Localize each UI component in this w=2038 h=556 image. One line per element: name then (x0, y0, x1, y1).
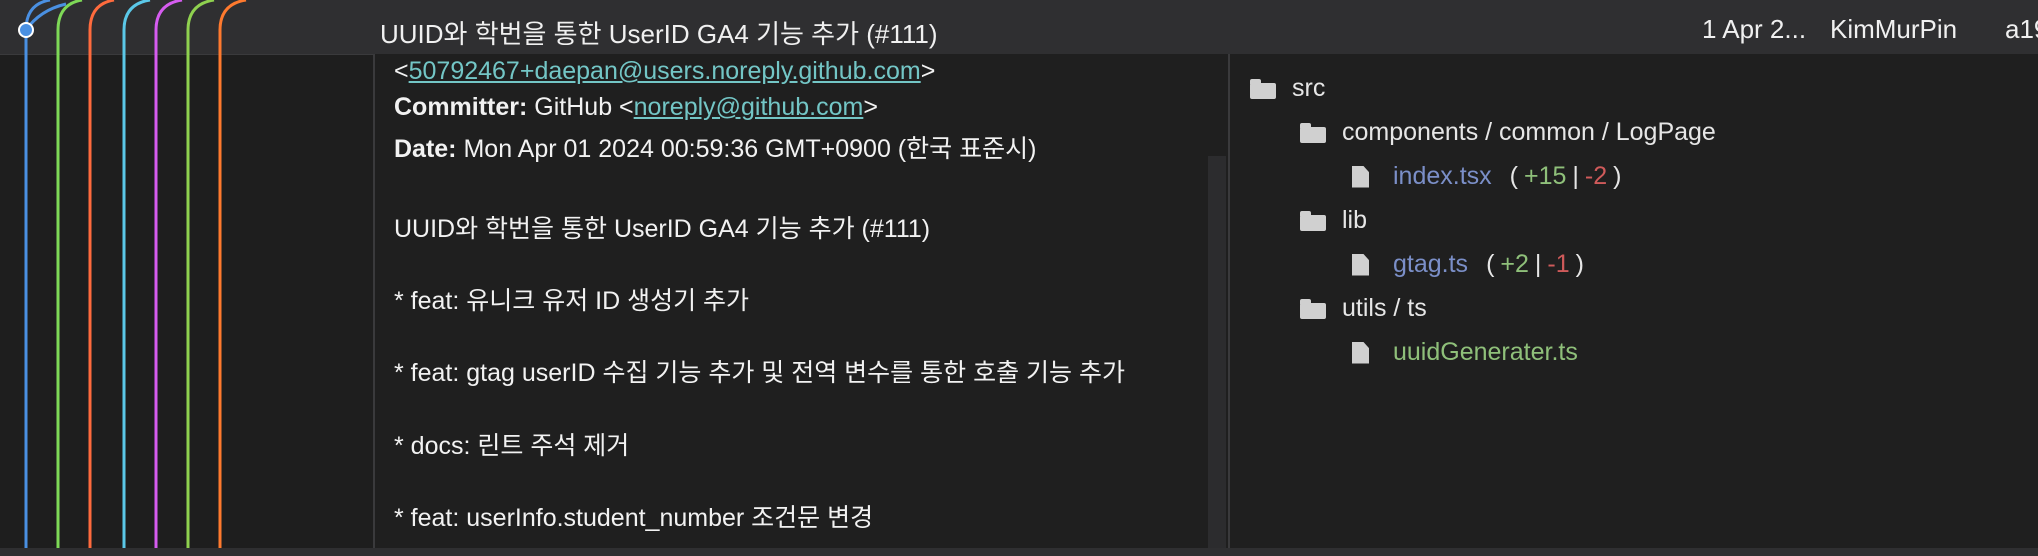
author-email-link[interactable]: 50792467+daepan@users.noreply.github.com (409, 57, 921, 85)
graph-lane (56, 0, 83, 556)
file-icon (1352, 341, 1369, 364)
folder-icon (1300, 122, 1326, 143)
folder-lib[interactable]: lib (1300, 206, 1367, 235)
message-line: * feat: gtag userID 수집 기능 추가 및 전역 변수를 통한… (394, 359, 1125, 387)
graph-lane (154, 0, 183, 556)
graph-lane (88, 0, 115, 556)
file-uuidgenerater-ts[interactable]: uuidGenerater.ts (1352, 338, 1578, 367)
commit-graph (18, 0, 247, 556)
date-label: Date: (394, 135, 457, 163)
additions-count: +15 (1524, 162, 1567, 190)
folder-label: components / common / LogPage (1342, 118, 1716, 146)
graph-lane (218, 0, 247, 556)
graph-lane (122, 0, 151, 556)
commit-hash: a19 (2005, 14, 2038, 44)
message-line: UUID와 학번을 통한 UserID GA4 기능 추가 (#111) (394, 215, 931, 243)
committer-email-link[interactable]: noreply@github.com (634, 93, 864, 121)
folder-utils-ts[interactable]: utils / ts (1300, 294, 1427, 323)
file-icon (1352, 165, 1369, 188)
deletions-count: -2 (1584, 162, 1608, 190)
commit-date: 1 Apr 2... (1702, 14, 1807, 44)
folder-src[interactable]: src (1250, 74, 1325, 103)
file-name: gtag.ts (1393, 250, 1469, 278)
message-line: * feat: 유니크 유저 ID 생성기 추가 (394, 287, 750, 315)
folder-label: src (1292, 74, 1326, 102)
date-value: Mon Apr 01 2024 00:59:36 GMT+0900 (한국 표준… (463, 135, 1037, 163)
file-name: uuidGenerater.ts (1393, 338, 1578, 366)
additions-count: +2 (1500, 250, 1529, 278)
commit-title: UUID와 학번을 통한 UserID GA4 기능 추가 (#111) (380, 19, 938, 49)
message-line: * docs: 린트 주석 제거 (394, 432, 630, 460)
file-gtag-ts[interactable]: gtag.ts ( +2 | -1 ) (1352, 250, 1584, 279)
commit-node (18, 22, 34, 38)
file-icon (1352, 253, 1369, 276)
graph-lane (186, 0, 215, 556)
details-scrollbar[interactable] (1208, 156, 1226, 548)
file-name: index.tsx (1393, 162, 1492, 190)
file-index-tsx[interactable]: index.tsx ( +15 | -2 ) (1352, 162, 1621, 191)
folder-components[interactable]: components / common / LogPage (1300, 118, 1716, 147)
folder-label: lib (1342, 206, 1368, 234)
author-email-line: <50792467+daepan@users.noreply.github.co… (394, 57, 936, 85)
deletions-count: -1 (1547, 250, 1570, 278)
folder-label: utils / ts (1342, 294, 1427, 322)
folder-icon (1250, 78, 1276, 99)
folder-icon (1300, 210, 1326, 231)
graph-lane (24, 0, 51, 556)
date-line: Date: Mon Apr 01 2024 00:59:36 GMT+0900 … (394, 129, 1036, 165)
commit-author: KimMurPin (1830, 14, 1958, 44)
message-line: * feat: userInfo.student_number 조건문 변경 (394, 504, 874, 532)
folder-icon (1300, 298, 1326, 319)
committer-label: Committer: (394, 93, 528, 121)
bottom-bar (0, 548, 2038, 556)
committer-line: Committer: GitHub <noreply@github.com> (394, 93, 878, 121)
